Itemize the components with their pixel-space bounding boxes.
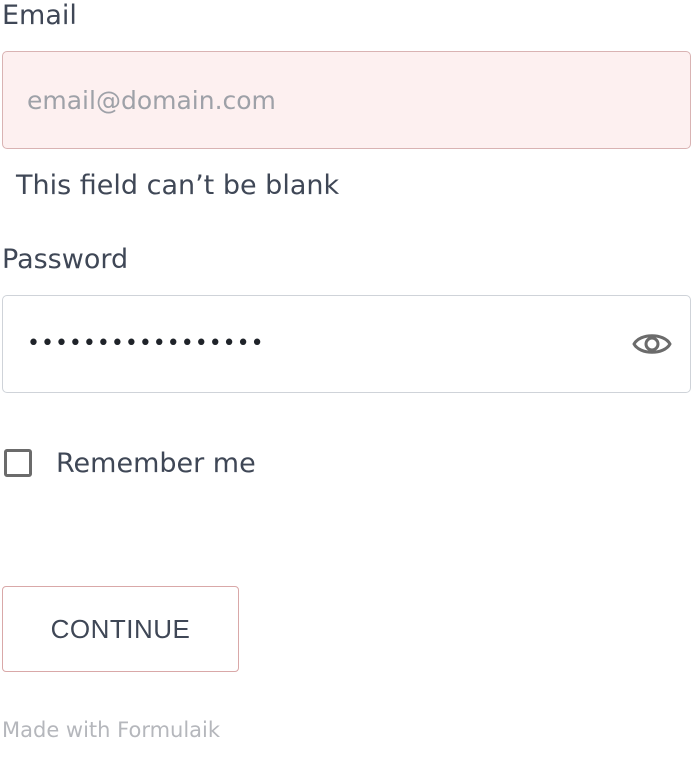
- password-label: Password: [2, 244, 129, 275]
- email-error-message: This field can’t be blank: [16, 170, 340, 201]
- email-field-container[interactable]: [2, 51, 691, 149]
- eye-icon[interactable]: [632, 328, 672, 360]
- remember-me-label[interactable]: Remember me: [56, 448, 256, 479]
- password-value[interactable]: •••••••••••••••••: [27, 330, 265, 358]
- continue-button[interactable]: CONTINUE: [2, 586, 239, 672]
- remember-me-checkbox-row[interactable]: Remember me: [4, 446, 256, 480]
- password-field[interactable]: •••••••••••••••••: [2, 295, 691, 393]
- email-label: Email: [2, 0, 77, 31]
- email-input[interactable]: [27, 52, 617, 148]
- remember-me-checkbox[interactable]: [4, 449, 32, 477]
- footer-credit: Made with Formulaik: [2, 718, 221, 742]
